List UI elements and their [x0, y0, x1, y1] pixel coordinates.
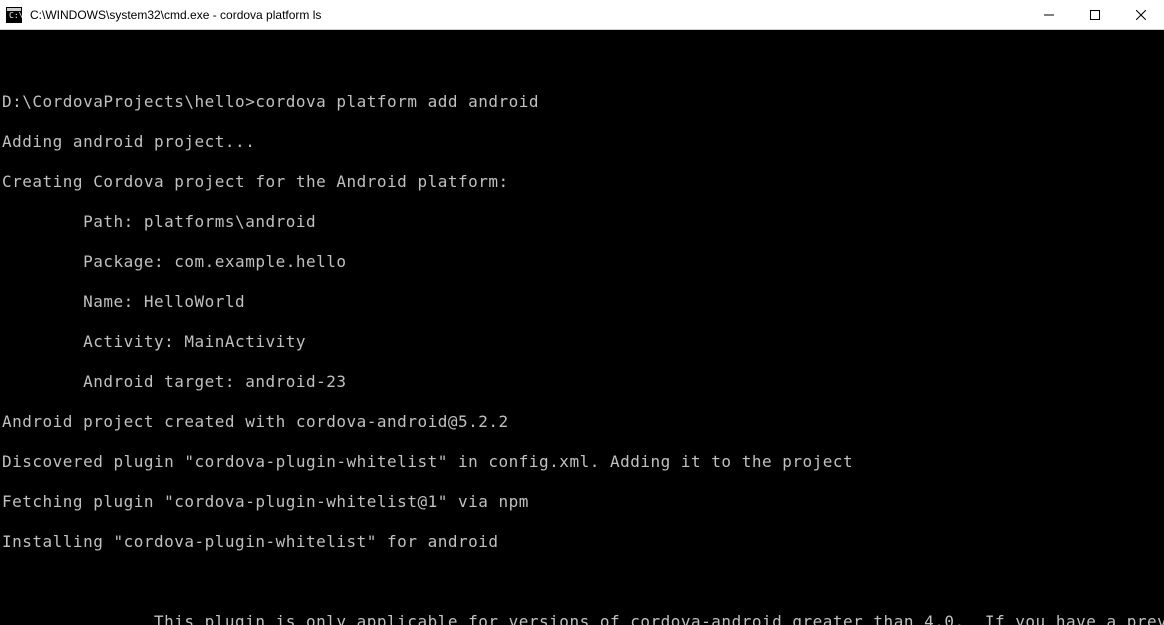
output-line: This plugin is only applicable for versi…: [2, 612, 1164, 625]
svg-text:C:\: C:\: [9, 11, 22, 20]
output-line: Path: platforms\android: [2, 212, 1164, 232]
minimize-button[interactable]: [1026, 0, 1072, 30]
output-line: Fetching plugin "cordova-plugin-whitelis…: [2, 492, 1164, 512]
output-line: [2, 572, 1164, 592]
output-line: Creating Cordova project for the Android…: [2, 172, 1164, 192]
output-line: Android project created with cordova-and…: [2, 412, 1164, 432]
output-line: [2, 52, 1164, 72]
window-titlebar: C:\ C:\WINDOWS\system32\cmd.exe - cordov…: [0, 0, 1164, 30]
prompt-path: D:\CordovaProjects\hello>: [2, 92, 255, 111]
close-button[interactable]: [1118, 0, 1164, 30]
output-line: Installing "cordova-plugin-whitelist" fo…: [2, 532, 1164, 552]
maximize-button[interactable]: [1072, 0, 1118, 30]
prompt-line: D:\CordovaProjects\hello>cordova platfor…: [2, 92, 1164, 112]
console-output[interactable]: D:\CordovaProjects\hello>cordova platfor…: [0, 30, 1164, 625]
output-line: Android target: android-23: [2, 372, 1164, 392]
output-line: Name: HelloWorld: [2, 292, 1164, 312]
output-line: Activity: MainActivity: [2, 332, 1164, 352]
window-controls: [1026, 0, 1164, 30]
output-line: Package: com.example.hello: [2, 252, 1164, 272]
cmd-icon: C:\: [6, 7, 22, 23]
window-title: C:\WINDOWS\system32\cmd.exe - cordova pl…: [28, 8, 1026, 22]
prompt-command: cordova platform add android: [255, 92, 539, 111]
output-line: Adding android project...: [2, 132, 1164, 152]
output-line: Discovered plugin "cordova-plugin-whitel…: [2, 452, 1164, 472]
